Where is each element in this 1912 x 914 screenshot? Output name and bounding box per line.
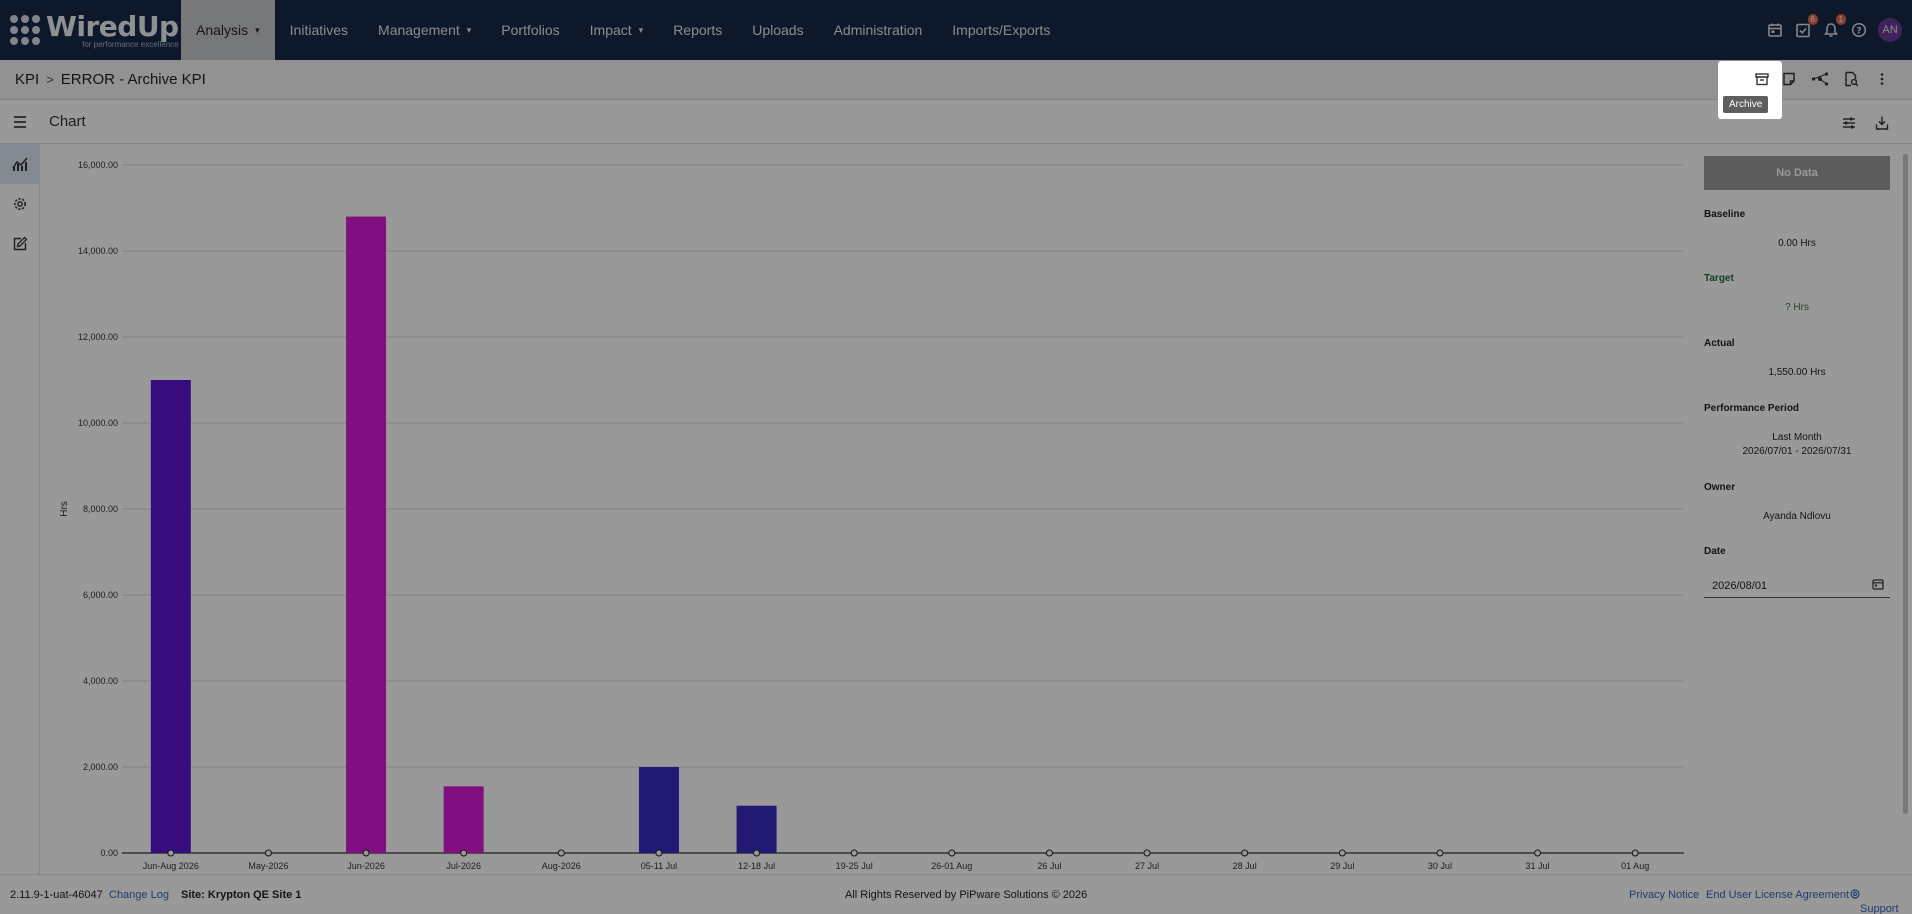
dim-overlay [0,0,1912,914]
archive-tooltip: Archive [1723,96,1769,113]
archive-icon[interactable] [1751,68,1773,90]
